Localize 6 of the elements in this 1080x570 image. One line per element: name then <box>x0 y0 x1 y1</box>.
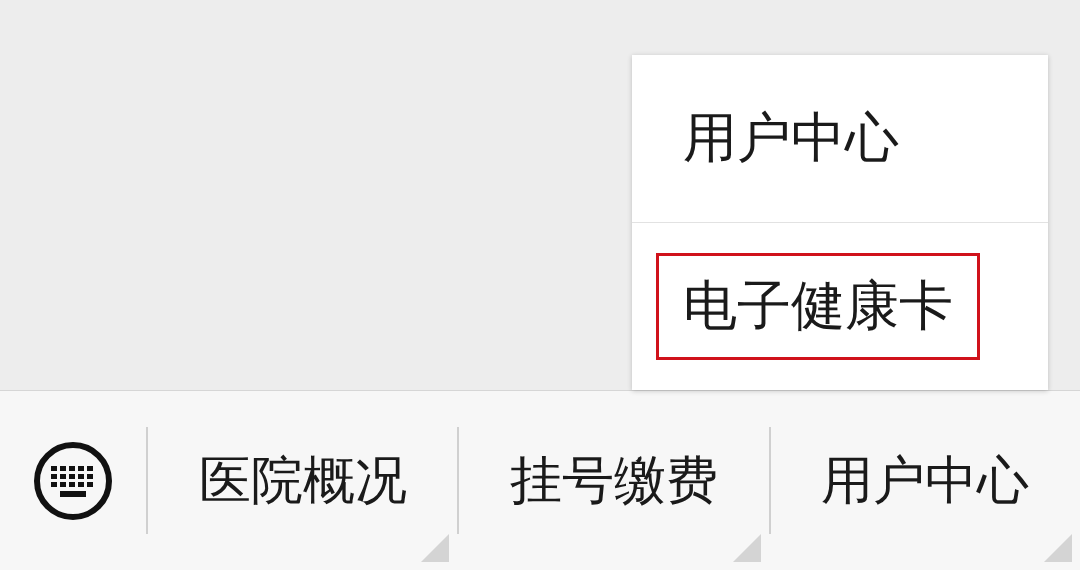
menu-item[interactable]: 用户中心 <box>656 85 926 192</box>
keyboard-icon[interactable] <box>33 440 113 521</box>
menu-bar-item[interactable]: 挂号缴费 <box>504 445 724 516</box>
menu-bar-item[interactable]: 用户中心 <box>815 445 1036 516</box>
menu-bar-item[interactable]: 医院概况 <box>192 445 413 516</box>
menu-item[interactable]: 电子健康卡 <box>656 253 980 360</box>
